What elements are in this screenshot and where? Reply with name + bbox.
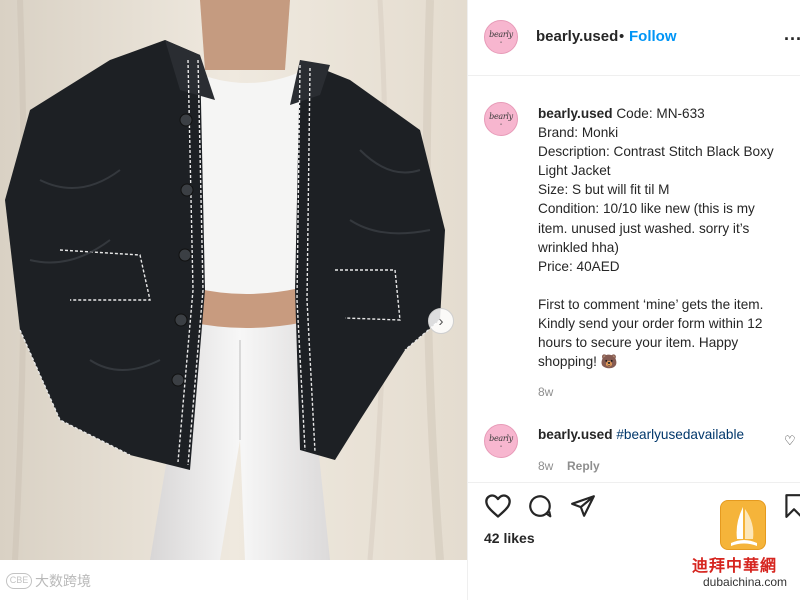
comment-icon[interactable] (526, 493, 554, 524)
caption-line: Price: 40AED (538, 258, 620, 274)
comment-hashtag[interactable]: #bearlyusedavailable (616, 427, 744, 442)
more-options-icon[interactable]: ... (784, 24, 800, 45)
caption-line: wrinkled hha) (538, 239, 619, 255)
heart-icon[interactable] (484, 493, 512, 524)
follow-button[interactable]: Follow (629, 28, 677, 45)
sail-logo-icon (720, 500, 766, 550)
post-header: bearly ● bearly.used • Follow ... (468, 0, 800, 76)
watermark-left-text: 大数跨境 (35, 573, 91, 589)
caption-line: Kindly send your order form within 12 (538, 315, 763, 331)
caption-line: First to comment ‘mine’ gets the item. (538, 296, 764, 312)
watermark-right-url: dubaichina.com (703, 575, 788, 589)
jacket-photo-illustration (0, 0, 467, 560)
watermark-logo: CBE (6, 573, 32, 589)
caption-gap (538, 276, 800, 295)
post-caption: bearly.used Code: MN-633 Brand: Monki De… (538, 104, 800, 371)
comment-like-icon[interactable]: ♡ (784, 433, 796, 449)
comment-avatar-text: bearly (489, 434, 513, 443)
paper-plane-icon[interactable] (569, 493, 597, 524)
comment-username[interactable]: bearly.used (538, 427, 613, 442)
header-separator: • (619, 28, 625, 45)
caption-avatar-sub: ● (500, 122, 502, 126)
next-image-button[interactable]: › (428, 308, 454, 334)
caption-line: hours to secure your item. Happy (538, 335, 739, 351)
avatar-text: bearly (489, 30, 513, 39)
caption-code: Code: MN-633 (616, 106, 705, 121)
caption-line: Description: Contrast Stitch Black Boxy (538, 144, 774, 160)
caption-line: Light Jacket (538, 163, 611, 179)
likes-count[interactable]: 42 likes (484, 530, 535, 546)
post-photo[interactable] (0, 0, 467, 560)
caption-line: shopping! 🐻 (538, 354, 618, 370)
comment: bearly.used #bearlyusedavailable (538, 427, 744, 442)
caption-first-line: bearly.used Code: MN-633 (538, 104, 800, 123)
comment-time: 8w (538, 459, 554, 473)
avatar-sub: ● (500, 40, 502, 44)
watermark-right-cn: 迪拜中華網 (692, 556, 778, 575)
watermark-left: CBE 大数跨境 (6, 571, 91, 591)
watermark-right: 迪拜中華網 dubaichina.com (690, 498, 800, 600)
reply-button[interactable]: Reply (567, 459, 600, 473)
caption-time: 8w (538, 385, 554, 399)
caption-line: Brand: Monki (538, 125, 619, 141)
caption-line: Size: S but will fit til M (538, 182, 670, 198)
comment-avatar[interactable]: bearly ● (484, 424, 518, 458)
avatar[interactable]: bearly ● (484, 20, 518, 54)
caption-avatar-text: bearly (489, 112, 513, 121)
caption-avatar[interactable]: bearly ● (484, 102, 518, 136)
comment-avatar-sub: ● (500, 444, 502, 448)
chevron-right-icon: › (438, 312, 444, 330)
header-username[interactable]: bearly.used (536, 28, 618, 45)
caption-line: item. unused just washed. sorry it’s (538, 220, 750, 236)
caption-username[interactable]: bearly.used (538, 106, 613, 121)
caption-line: Condition: 10/10 like new (this is my (538, 201, 755, 217)
